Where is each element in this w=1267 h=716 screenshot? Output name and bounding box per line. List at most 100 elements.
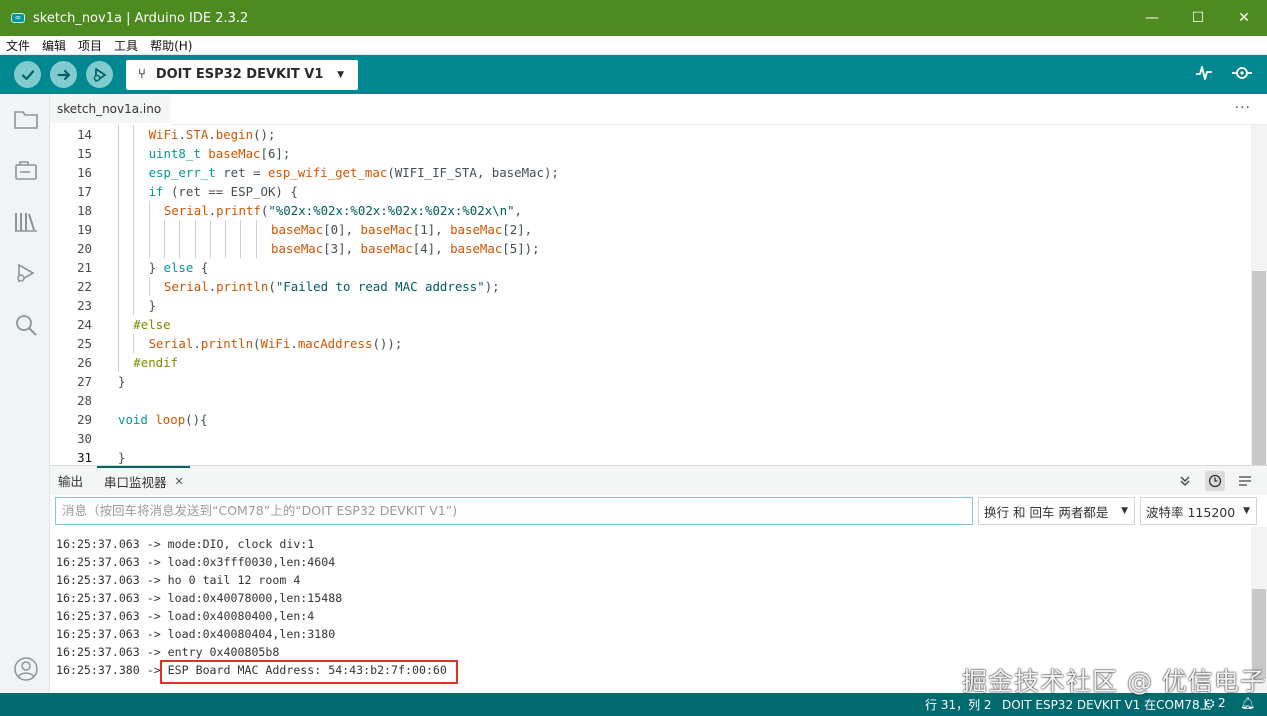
tab-sketch-file[interactable]: sketch_nov1a.ino [50,94,171,125]
debug-button[interactable] [86,61,113,88]
boards-manager-icon[interactable] [12,157,39,184]
indent-guide [118,144,119,163]
code-text: #endif [133,355,179,370]
serial-line: 16:25:37.063 -> load:0x40080400,len:4 [56,609,315,623]
indent-guide [118,182,119,201]
indent-guide [118,334,119,353]
menu-edit[interactable]: 编辑 [42,37,66,54]
menu-project[interactable]: 项目 [78,37,102,54]
line-number: 16 [77,165,92,180]
account-icon[interactable] [12,655,39,682]
board-name: DOIT ESP32 DEVKIT V1 [155,67,324,82]
indent-guide [133,277,135,296]
library-manager-icon[interactable] [12,208,39,235]
indent-guide [148,201,150,220]
bottom-panel-tabs: 输出 串口监视器 ✕ [50,465,1267,495]
indent-guide [163,220,165,239]
code-text: Serial.println("Failed to read MAC addre… [163,279,500,294]
sidebar [0,94,50,693]
tab-serial-label: 串口监视器 [104,475,167,490]
minimize-button[interactable]: — [1129,0,1175,36]
editor-scrollbar[interactable] [1251,125,1267,465]
bell-icon[interactable]: 🔔︎ [1240,696,1255,710]
arrow-right-icon [56,69,70,80]
indent-guide [133,334,135,353]
menu-tools[interactable]: 工具 [114,37,138,54]
timestamp-toggle-icon[interactable] [1205,471,1225,491]
window-title: sketch_nov1a | Arduino IDE 2.3.2 [33,10,249,26]
line-number: 24 [77,317,92,332]
code-line: 31} [50,448,1251,465]
editor-scrollbar-thumb[interactable] [1252,271,1266,465]
indent-guide [118,315,119,334]
editor-tab-bar: sketch_nov1a.ino ··· [50,94,1267,125]
more-options-icon[interactable]: ··· [1235,100,1251,116]
indent-guide [133,144,135,163]
close-button[interactable]: ✕ [1221,0,1267,36]
verify-button[interactable] [14,61,41,88]
code-line: 29 void loop(){ [50,410,1251,429]
tab-output[interactable]: 输出 [58,466,83,495]
board-port-status[interactable]: DOIT ESP32 DEVKIT V1 在COM78上 [1002,696,1212,713]
code-text: } [148,298,157,313]
indent-guide [133,296,135,315]
search-icon[interactable] [12,311,39,338]
code-line: 30 [50,429,1251,448]
indent-guide [118,353,119,372]
code-line: 15 uint8_t baseMac[6]; [50,144,1251,163]
line-number: 18 [77,203,92,218]
serial-line: 16:25:37.063 -> load:0x3fff0030,len:4604 [56,555,336,569]
indent-guide [148,239,150,258]
line-number: 27 [77,374,92,389]
code-line: 18 Serial.printf("%02x:%02x:%02x:%02x:%02… [50,201,1251,220]
code-line: 27} [50,372,1251,391]
indent-guide [163,239,165,258]
code-text: Serial.println(WiFi.macAddress()); [148,336,403,351]
indent-guide [179,220,181,239]
notification-bell-icon[interactable]: ⛭ [1205,696,1215,711]
upload-button[interactable] [50,61,77,88]
indent-guide [133,163,135,182]
clear-output-icon[interactable] [1235,471,1255,491]
code-text: esp_err_t ret = esp_wifi_get_mac(WIFI_IF… [148,165,559,180]
indent-guide [148,277,150,296]
tab-serial-monitor[interactable]: 串口监视器 ✕ [97,466,190,495]
indent-guide [179,239,181,258]
serial-line: 16:25:37.063 -> load:0x40078000,len:1548… [56,591,343,605]
autoscroll-toggle-icon[interactable] [1175,471,1195,491]
notification-count[interactable]: 2 [1218,696,1226,710]
board-selector[interactable]: ⑂ DOIT ESP32 DEVKIT V1 ▼ [126,59,358,90]
cursor-position: 行 31，列 2 [925,698,992,712]
indent-guide [118,201,119,220]
message-input[interactable]: 消息（按回车将消息发送到“COM78”上的“DOIT ESP32 DEVKIT … [55,497,973,525]
line-number: 19 [77,222,92,237]
code-text: baseMac[3], baseMac[4], baseMac[5]); [271,241,540,256]
menu-help[interactable]: 帮助(H) [150,37,192,54]
code-text: Serial.printf("%02x:%02x:%02x:%02x:%02x:… [163,203,523,218]
usb-icon: ⑂ [138,67,146,82]
code-line: 21} else { [50,258,1251,277]
line-ending-select[interactable]: 换行 和 回车 两者都是 ▼ [978,497,1135,525]
line-number: 28 [77,393,92,408]
debug-sidebar-icon[interactable] [12,260,39,287]
serial-plotter-icon[interactable] [1195,64,1213,82]
line-number: 23 [77,298,92,313]
code-editor[interactable]: 14 WiFi.STA.begin(); 15 uint8_t baseMac[6];… [50,125,1251,465]
indent-guide [118,125,119,144]
serial-monitor-icon[interactable] [1231,64,1253,82]
indent-guide [148,220,150,239]
arduino-logo-icon: ∞ [11,13,25,23]
menu-file[interactable]: 文件 [6,37,30,54]
serial-line: 16:25:37.380 -> ESP Board MAC Address: 5… [56,663,447,677]
baud-rate-select[interactable]: 波特率 115200 ▼ [1140,497,1257,525]
code-line: 26 #endif [50,353,1251,372]
line-number: 26 [77,355,92,370]
code-line: 14 WiFi.STA.begin(); [50,125,1251,144]
code-line: 20 baseMac[3], baseMac[4], baseMac[5]); [50,239,1251,258]
indent-guide [209,239,211,258]
chevron-down-icon: ▼ [1243,506,1250,516]
close-icon[interactable]: ✕ [175,475,184,488]
maximize-button[interactable]: ☐ [1175,0,1221,36]
sketchbook-folder-icon[interactable] [12,105,39,132]
toolbar: ⑂ DOIT ESP32 DEVKIT V1 ▼ [0,55,1267,94]
